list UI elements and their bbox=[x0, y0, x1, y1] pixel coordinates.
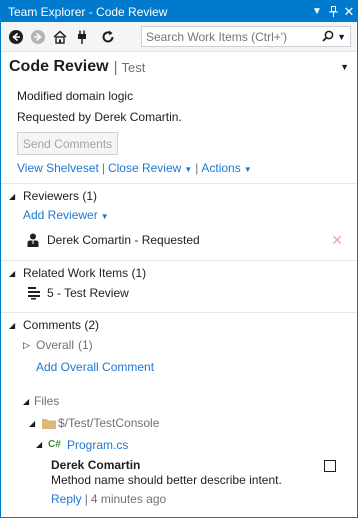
chevron-down-icon: ▼ bbox=[243, 165, 252, 174]
add-reviewer-label: Add Reviewer bbox=[23, 208, 98, 222]
title-bar: Team Explorer - Code Review ▼ ✕ bbox=[1, 1, 357, 22]
chevron-down-icon: ▼ bbox=[184, 165, 193, 174]
file-node[interactable]: ◢ C# Program.cs bbox=[1, 434, 357, 455]
close-icon[interactable]: ✕ bbox=[341, 3, 357, 21]
overall-label: Overall bbox=[36, 338, 75, 352]
link-separator: | bbox=[101, 161, 105, 175]
page-menu-dropdown-icon[interactable]: ▼ bbox=[340, 62, 349, 72]
home-icon[interactable] bbox=[51, 28, 69, 46]
related-work-items-title: Related Work Items (1) bbox=[23, 266, 147, 280]
close-review-label: Close Review bbox=[107, 161, 182, 175]
reviewers-title: Reviewers (1) bbox=[23, 189, 98, 203]
search-icon[interactable] bbox=[322, 30, 334, 44]
forward-arrow-icon[interactable] bbox=[29, 28, 47, 46]
chevron-down-icon: ▼ bbox=[100, 212, 109, 221]
review-description: Modified domain logic bbox=[17, 89, 134, 103]
comment-text: Method name should better describe inten… bbox=[51, 473, 282, 487]
folder-path: $/Test/TestConsole bbox=[58, 416, 160, 430]
expand-triangle-icon: ▷ bbox=[23, 339, 30, 350]
reviewer-name: Derek Comartin - Requested bbox=[47, 233, 200, 247]
collapse-triangle-icon: ◢ bbox=[9, 191, 16, 201]
add-overall-comment-link[interactable]: Add Overall Comment bbox=[36, 360, 154, 374]
related-work-items-header[interactable]: ◢ Related Work Items (1) bbox=[1, 263, 357, 283]
page-header: Code Review | Test ▼ bbox=[1, 52, 357, 82]
reviewers-section: ◢ Reviewers (1) Add Reviewer ▼ Derek Coma… bbox=[1, 183, 357, 252]
view-shelveset-link[interactable]: View Shelveset bbox=[17, 161, 99, 175]
collapse-triangle-icon: ◢ bbox=[9, 268, 16, 278]
csharp-file-icon: C# bbox=[48, 439, 61, 450]
collapse-triangle-icon: ◢ bbox=[29, 418, 36, 428]
window-title: Team Explorer - Code Review bbox=[8, 4, 168, 19]
work-item-label: 5 - Test Review bbox=[47, 286, 129, 300]
team-explorer-window: Team Explorer - Code Review ▼ ✕ Search W… bbox=[0, 0, 358, 518]
reply-link[interactable]: Reply bbox=[51, 492, 82, 506]
actions-link[interactable]: Actions ▼ bbox=[201, 161, 251, 175]
requested-by: Requested by Derek Comartin. bbox=[17, 110, 182, 124]
resolve-checkbox[interactable] bbox=[324, 460, 336, 472]
user-icon bbox=[27, 233, 47, 247]
overall-comments-toggle[interactable]: ▷ Overall (1) bbox=[1, 335, 357, 355]
review-summary: Modified domain logic Requested by Derek… bbox=[1, 82, 357, 175]
work-item-icon bbox=[27, 286, 47, 300]
connect-plug-icon[interactable] bbox=[73, 28, 91, 46]
add-reviewer-link[interactable]: Add Reviewer ▼ bbox=[23, 208, 109, 222]
overall-count: (1) bbox=[78, 338, 93, 352]
collapse-triangle-icon: ◢ bbox=[36, 440, 43, 449]
comment-timestamp: 4 minutes ago bbox=[90, 491, 167, 506]
folder-node[interactable]: ◢ $/Test/TestConsole bbox=[1, 412, 357, 434]
files-toggle[interactable]: ◢ Files bbox=[1, 391, 357, 411]
review-actions: View Shelveset | Close Review ▼ | Actions… bbox=[17, 161, 357, 175]
work-item[interactable]: 5 - Test Review bbox=[1, 283, 357, 303]
related-work-items-section: ◢ Related Work Items (1) 5 - Test Review bbox=[1, 260, 357, 303]
actions-label: Actions bbox=[201, 161, 241, 175]
reviewer-item: Derek Comartin - Requested ✕ bbox=[23, 228, 357, 252]
folder-icon bbox=[42, 418, 58, 429]
comment-thread: Derek Comartin Method name should better… bbox=[1, 458, 357, 509]
comment-author: Derek Comartin bbox=[51, 458, 141, 472]
comments-header[interactable]: ◢ Comments (2) bbox=[1, 315, 357, 335]
project-breadcrumb: Test bbox=[121, 59, 146, 75]
search-options-dropdown-icon[interactable]: ▼ bbox=[337, 32, 346, 42]
pin-icon[interactable] bbox=[325, 3, 341, 21]
back-arrow-icon[interactable] bbox=[7, 28, 25, 46]
collapse-triangle-icon: ◢ bbox=[23, 396, 30, 406]
link-separator: | bbox=[195, 161, 199, 175]
title-separator: | bbox=[113, 58, 118, 76]
files-label: Files bbox=[34, 394, 60, 408]
comments-section: ◢ Comments (2) ▷ Overall (1) Add Overall… bbox=[1, 312, 357, 509]
close-review-link[interactable]: Close Review ▼ bbox=[108, 161, 192, 175]
remove-reviewer-icon[interactable]: ✕ bbox=[331, 232, 343, 249]
search-work-items: ▼ bbox=[141, 26, 351, 47]
collapse-triangle-icon: ◢ bbox=[9, 320, 16, 330]
search-input[interactable] bbox=[142, 27, 323, 46]
refresh-icon[interactable] bbox=[99, 28, 117, 46]
reviewers-header[interactable]: ◢ Reviewers (1) bbox=[1, 186, 357, 206]
link-separator: | bbox=[84, 491, 88, 506]
navigation-toolbar: ▼ bbox=[1, 22, 357, 52]
file-name-link[interactable]: Program.cs bbox=[67, 438, 128, 452]
page-title: Code Review bbox=[9, 58, 109, 75]
comments-title: Comments (2) bbox=[23, 318, 100, 332]
window-menu-dropdown-icon[interactable]: ▼ bbox=[309, 3, 325, 21]
send-comments-button[interactable]: Send Comments bbox=[17, 132, 118, 155]
